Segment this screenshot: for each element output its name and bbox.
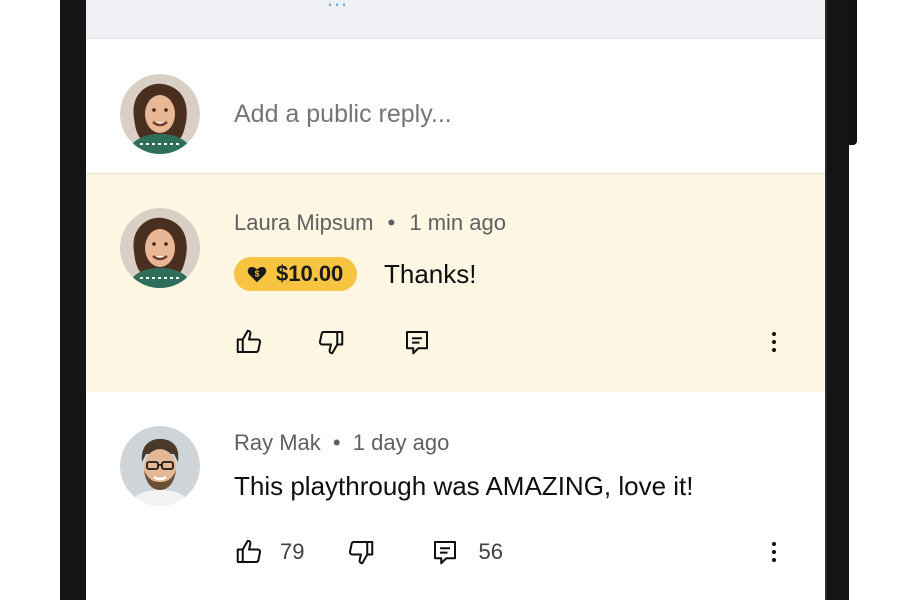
comment-actions: 79 56 <box>234 532 503 572</box>
comment-time: 1 min ago <box>409 210 506 235</box>
comment-author-avatar[interactable] <box>120 426 200 506</box>
reply-button[interactable]: 56 <box>430 537 503 567</box>
comment-author-avatar[interactable] <box>120 208 200 288</box>
thumbs-down-icon <box>349 541 374 565</box>
comment-author[interactable]: Ray Mak <box>234 430 321 455</box>
comment-text: Thanks! <box>384 259 477 289</box>
top-strip: … <box>86 0 825 39</box>
more-options-button[interactable] <box>762 532 786 572</box>
meta-separator: • <box>387 210 396 235</box>
phone-frame-right <box>825 0 849 600</box>
reply-count: 56 <box>478 539 503 564</box>
comments-screen: … <box>86 0 825 600</box>
current-user-avatar <box>120 74 200 154</box>
top-strip-text: … <box>326 0 348 12</box>
svg-text:$: $ <box>255 269 260 278</box>
heart-dollar-icon: $ <box>247 266 267 283</box>
like-count: 79 <box>280 539 305 564</box>
thumbs-up-icon <box>236 539 262 563</box>
dislike-button[interactable] <box>316 327 346 357</box>
reply-icon <box>406 331 428 355</box>
kebab-icon <box>772 542 776 546</box>
kebab-icon <box>772 332 776 336</box>
dislike-button[interactable] <box>346 537 376 567</box>
reply-input[interactable] <box>234 100 734 129</box>
like-button[interactable] <box>234 327 264 357</box>
comment-item: Laura Mipsum • 1 min ago $ $10.00 Thanks… <box>86 173 825 393</box>
super-chat-badge: $ $10.00 <box>234 257 358 291</box>
super-chat-amount: $10.00 <box>276 261 344 286</box>
reply-button[interactable] <box>402 327 432 357</box>
comment-author[interactable]: Laura Mipsum <box>234 210 373 235</box>
reply-row <box>86 40 825 172</box>
comment-item: Ray Mak • 1 day ago This playthrough was… <box>86 392 825 600</box>
comment-actions <box>234 322 432 362</box>
meta-separator: • <box>332 430 341 455</box>
more-options-button[interactable] <box>762 322 786 362</box>
like-button[interactable]: 79 <box>234 537 304 567</box>
comment-meta: Ray Mak • 1 day ago <box>234 430 449 456</box>
comment-text: This playthrough was AMAZING, love it! <box>234 471 694 501</box>
thumbs-up-icon <box>236 329 262 353</box>
comment-time: 1 day ago <box>352 430 450 455</box>
thumbs-down-icon <box>318 331 344 355</box>
comment-meta: Laura Mipsum • 1 min ago <box>234 210 506 236</box>
phone-frame-left <box>60 0 88 600</box>
reply-icon <box>434 541 457 565</box>
